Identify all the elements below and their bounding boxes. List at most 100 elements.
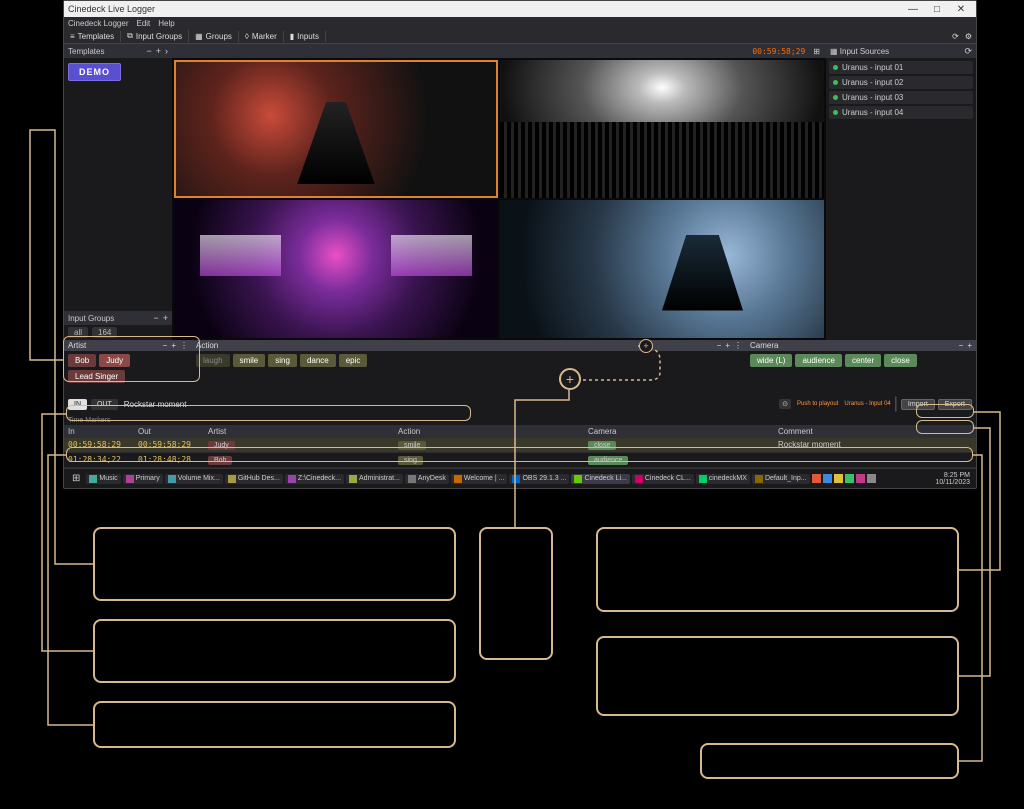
system-tray[interactable] [812,474,876,483]
settings-icon[interactable]: ⚙ [965,32,972,41]
taskbar-item[interactable]: cinedeckMX [696,474,750,484]
marker-comment-input[interactable] [122,398,462,411]
plus-icon[interactable]: + [163,313,168,323]
taskbar-label: OBS 29.1.3 ... [522,475,566,482]
taskbar-item[interactable]: GitHub Des... [225,474,283,484]
input-source-item[interactable]: Uranus - input 02 [829,76,973,89]
taskbar-label: Z:\Cinedeck... [298,475,341,482]
add-tag-group-button[interactable]: + [639,339,653,353]
menu-help[interactable]: Help [158,19,174,28]
video-feed-1[interactable] [174,60,498,198]
taskbar-item[interactable]: Administrat... [346,474,403,484]
action-tag[interactable]: sing [268,354,297,367]
source-label: Uranus - input 03 [842,93,903,102]
window-minimize[interactable]: — [904,4,922,15]
camera-tag[interactable]: wide (L) [750,354,792,367]
toolbar-marker[interactable]: ◊ Marker [239,31,284,42]
taskbar-label: Welcome | ... [464,475,505,482]
taskbar-clock[interactable]: 8:25 PM 10/11/2023 [935,472,972,486]
template-demo-button[interactable]: DEMO [68,63,121,81]
taskbar-item[interactable]: Z:\Cinedeck... [285,474,344,484]
camera-tag[interactable]: close [884,354,917,367]
push-toggle[interactable]: ⊙ [779,399,791,409]
tray-icon[interactable] [845,474,854,483]
mark-out-button[interactable]: OUT [91,399,118,410]
add-marker-button[interactable]: + [559,368,581,390]
toolbar-input-groups[interactable]: ⧉ Input Groups [121,30,189,42]
video-feed-3[interactable] [174,200,498,338]
tray-icon[interactable] [867,474,876,483]
grid-layout-icon[interactable]: ⊞ [813,47,820,56]
app-icon [349,475,357,483]
tray-icon[interactable] [812,474,821,483]
menu-app[interactable]: Cinedeck Logger [68,19,128,28]
toolbar-templates[interactable]: ≡ Templates [64,31,121,42]
app-icon [574,475,582,483]
plus-icon[interactable]: + [171,341,176,350]
col-comment[interactable]: Comment [774,425,976,438]
start-button[interactable]: ⊞ [68,473,84,484]
artist-tag[interactable]: Lead Singer [68,370,125,383]
action-tag[interactable]: dance [300,354,336,367]
minus-icon[interactable]: − [153,313,158,323]
taskbar-item[interactable]: Cinedeck CL... [632,474,694,484]
refresh-icon[interactable]: ⟳ [964,46,972,57]
taskbar-item[interactable]: Volume Mix... [165,474,223,484]
artist-tag[interactable]: Judy [99,354,130,367]
more-icon[interactable]: ⋮ [734,341,742,350]
marker-row[interactable]: 00:59:58;2900:59:58;29JudysmilecloseRock… [64,438,976,453]
taskbar-item[interactable]: Default_Inp... [752,474,810,484]
marker-row[interactable]: 01:28:34;2201:28:48;28Bobsingaudience [64,453,976,468]
taskbar-item[interactable]: Music [86,474,120,484]
mark-in-button[interactable]: IN [68,399,87,410]
minus-icon[interactable]: − [146,46,151,56]
camera-tag[interactable]: audience [795,354,841,367]
minus-icon[interactable]: − [717,341,722,350]
plus-icon[interactable]: + [725,341,730,350]
chevron-icon[interactable]: › [165,46,168,56]
tray-icon[interactable] [856,474,865,483]
input-group-164[interactable]: 164 [92,327,117,338]
toolbar-groups[interactable]: ▦ Groups [189,31,239,42]
refresh-icon[interactable]: ⟳ [952,32,959,41]
tray-icon[interactable] [834,474,843,483]
cell-camera: audience [584,453,774,467]
minus-icon[interactable]: − [163,341,168,350]
taskbar-item[interactable]: OBS 29.1.3 ... [509,474,569,484]
action-tag[interactable]: epic [339,354,368,367]
video-feed-4[interactable] [500,200,824,338]
col-in[interactable]: In [64,425,134,438]
video-feed-2[interactable] [500,60,824,198]
camera-tag[interactable]: center [845,354,881,367]
export-button[interactable]: Export [938,399,972,410]
taskbar-item[interactable]: AnyDesk [405,474,449,484]
cell-out: 01:28:48;28 [134,453,204,467]
input-group-all[interactable]: all [68,327,88,338]
toolbar-inputs[interactable]: ▮ Inputs [284,31,326,42]
status-dot-icon [833,95,838,100]
tray-icon[interactable] [823,474,832,483]
col-action[interactable]: Action [394,425,584,438]
plus-icon[interactable]: + [156,46,161,56]
action-tag[interactable]: smile [233,354,266,367]
minus-icon[interactable]: − [959,341,964,350]
input-source-item[interactable]: Uranus - input 04 [829,106,973,119]
input-source-item[interactable]: Uranus - input 01 [829,61,973,74]
action-tag[interactable]: laugh [196,354,230,367]
taskbar-item[interactable]: Primary [123,474,163,484]
col-out[interactable]: Out [134,425,204,438]
col-camera[interactable]: Camera [584,425,774,438]
plus-icon[interactable]: + [967,341,972,350]
taskbar-item[interactable]: Cinedeck Li... [571,474,629,484]
window-close[interactable]: ✕ [952,4,970,15]
taskbar-item[interactable]: Welcome | ... [451,474,508,484]
menubar: Cinedeck Logger Edit Help [64,17,976,30]
more-icon[interactable]: ⋮ [180,341,188,350]
import-button[interactable]: Import [901,399,935,410]
input-source-item[interactable]: Uranus - input 03 [829,91,973,104]
col-artist[interactable]: Artist [204,425,394,438]
artist-tag[interactable]: Bob [68,354,96,367]
window-maximize[interactable]: □ [928,4,946,15]
taskbar-label: Music [99,475,117,482]
menu-edit[interactable]: Edit [136,19,150,28]
